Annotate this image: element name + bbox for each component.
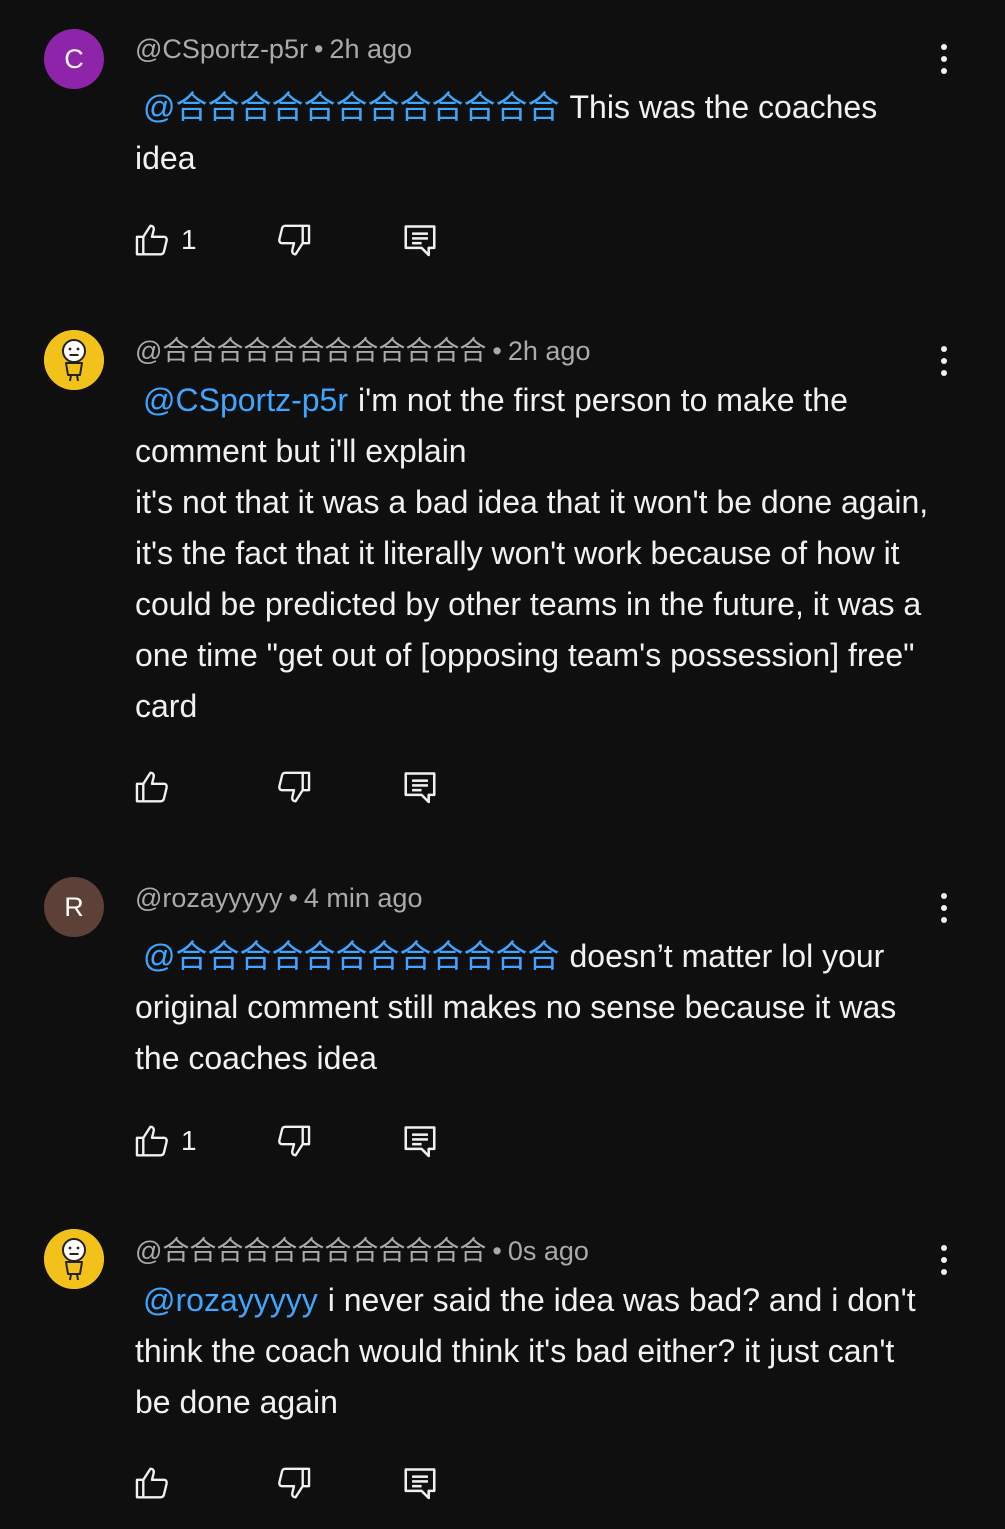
thumbs-up-icon [135,1467,168,1499]
comment-body: i'm not the first person to make the com… [135,382,929,724]
reply-icon [404,1126,436,1158]
comment-time[interactable]: 4 min ago [304,883,423,913]
avatar[interactable] [44,330,104,390]
dislike-button[interactable] [275,1121,313,1161]
thumbs-up-icon [135,224,168,256]
avatar-letter: R [64,891,84,922]
comment-text: @rozayyyyy i never said the idea was bad?… [135,1275,935,1428]
comment-meta: @rozayyyyy • 4 min ago [135,881,422,915]
thumbs-down-icon [278,771,311,803]
comment-time[interactable]: 2h ago [508,336,591,366]
like-button[interactable] [133,767,181,807]
comment-time[interactable]: 2h ago [329,34,412,64]
comment-actions [133,1463,453,1503]
comment-time[interactable]: 0s ago [508,1236,589,1266]
reply-icon [404,225,436,257]
author-handle[interactable]: @合合合合合合合合合合合合 [135,336,486,366]
author-handle[interactable]: @CSportz-p5r [135,34,308,64]
avatar-letter: C [64,43,84,74]
like-button[interactable]: 1 [133,1121,197,1161]
avatar[interactable]: C [44,29,104,89]
smiley-figure-avatar-icon [44,1229,104,1289]
comment-text: @CSportz-p5r i'm not the first person to … [135,375,935,732]
thumbs-up-icon [135,771,168,803]
more-vert-icon[interactable] [926,886,962,930]
like-button[interactable]: 1 [133,220,197,260]
more-vert-icon[interactable] [926,37,962,81]
comment-actions: 1 [133,1121,453,1161]
author-handle[interactable]: @合合合合合合合合合合合合 [135,1236,486,1266]
mention-link[interactable]: @rozayyyyy [143,1282,318,1318]
reply-icon [404,772,436,804]
meta-separator: • [288,883,298,913]
comment-meta: @合合合合合合合合合合合合 • 2h ago [135,334,590,368]
comment-text: @合合合合合合合合合合合合 doesn’t matter lol your ori… [135,931,935,1084]
thumbs-down-icon [278,224,311,256]
avatar[interactable] [44,1229,104,1289]
smiley-figure-avatar-icon [44,330,104,390]
reply-button[interactable] [401,1121,439,1161]
thumbs-down-icon [278,1125,311,1157]
mention-link[interactable]: @合合合合合合合合合合合合 [143,89,560,125]
reply-icon [404,1468,436,1500]
meta-separator: • [492,1236,502,1266]
reply-button[interactable] [401,220,439,260]
meta-separator: • [492,336,502,366]
comment-actions: 1 [133,220,453,260]
mention-link[interactable]: @合合合合合合合合合合合合 [143,938,560,974]
comment-meta: @合合合合合合合合合合合合 • 0s ago [135,1234,589,1268]
like-button[interactable] [133,1463,181,1503]
author-handle[interactable]: @rozayyyyy [135,883,282,913]
like-count: 1 [181,224,197,255]
thumbs-down-icon [278,1467,311,1499]
dislike-button[interactable] [275,220,313,260]
reply-button[interactable] [401,1463,439,1503]
avatar[interactable]: R [44,877,104,937]
thumbs-up-icon [135,1125,168,1157]
like-count: 1 [181,1125,197,1156]
reply-button[interactable] [401,767,439,807]
comment-actions [133,767,453,807]
comment-text: @合合合合合合合合合合合合 This was the coaches idea [135,82,935,184]
mention-link[interactable]: @CSportz-p5r [143,382,348,418]
meta-separator: • [313,34,324,64]
dislike-button[interactable] [275,1463,313,1503]
comment-meta: @CSportz-p5r • 2h ago [135,32,412,66]
dislike-button[interactable] [275,767,313,807]
